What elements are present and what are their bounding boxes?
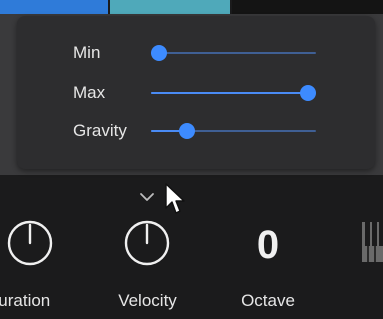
octave-value[interactable]: 0 (238, 222, 298, 268)
velocity-knob[interactable] (122, 218, 172, 268)
min-slider-row: Min (17, 41, 375, 65)
gravity-slider-thumb[interactable] (179, 123, 196, 139)
octave-label: Octave (241, 291, 295, 310)
track-color-strip-blue (0, 0, 108, 14)
max-slider[interactable] (151, 85, 316, 101)
min-slider[interactable] (151, 45, 316, 61)
max-slider-row: Max (17, 81, 375, 105)
chevron-down-icon[interactable] (138, 190, 156, 204)
velocity-label: Velocity (118, 291, 177, 310)
track-color-strip-teal (110, 0, 230, 14)
track-color-strip-dark (232, 0, 383, 14)
range-popup: Min Max Gravity (17, 16, 375, 169)
gravity-slider-row: Gravity (17, 119, 375, 143)
min-slider-thumb[interactable] (151, 45, 168, 61)
piano-keys-icon[interactable] (362, 222, 383, 262)
max-slider-fill (151, 92, 308, 94)
duration-label: Duration (0, 290, 70, 312)
min-label: Min (73, 43, 101, 62)
gravity-slider[interactable] (151, 123, 316, 139)
duration-label-text: Duration (0, 291, 51, 310)
max-label: Max (73, 83, 106, 102)
mouse-pointer-icon (165, 183, 185, 214)
duration-knob[interactable] (5, 218, 55, 268)
max-slider-thumb[interactable] (299, 85, 316, 101)
gravity-label: Gravity (73, 121, 127, 140)
